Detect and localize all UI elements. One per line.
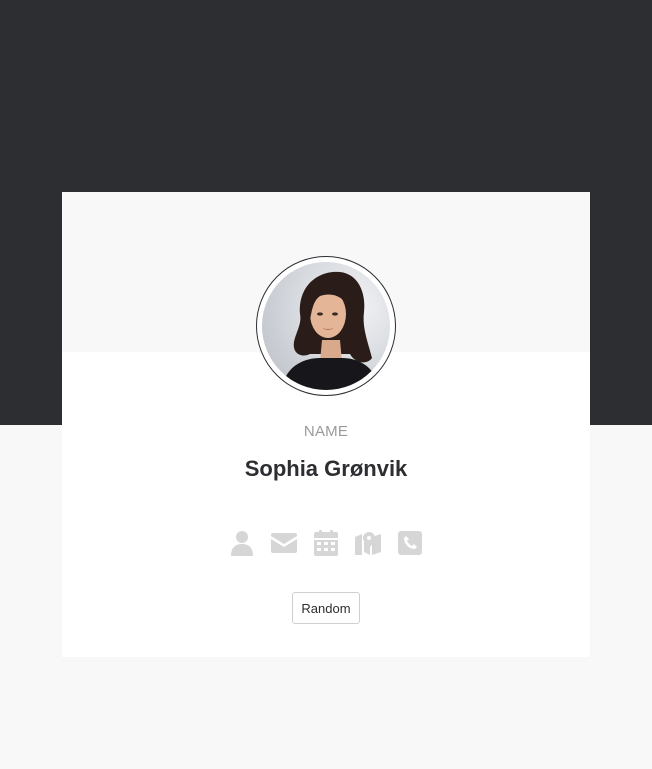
calendar-icon[interactable] [313,529,339,557]
field-selector [62,529,590,559]
person-icon[interactable] [229,529,255,557]
profile-card: NAME Sophia Grønvik Random [62,192,590,657]
map-icon[interactable] [355,529,381,557]
phone-icon[interactable] [397,529,423,557]
avatar-portrait [282,271,380,390]
avatar [262,262,390,390]
field-label: NAME [303,423,349,440]
random-button[interactable]: Random [292,592,360,624]
avatar-ring [256,256,396,396]
field-value: Sophia Grønvik [244,456,408,481]
envelope-icon[interactable] [271,529,297,557]
